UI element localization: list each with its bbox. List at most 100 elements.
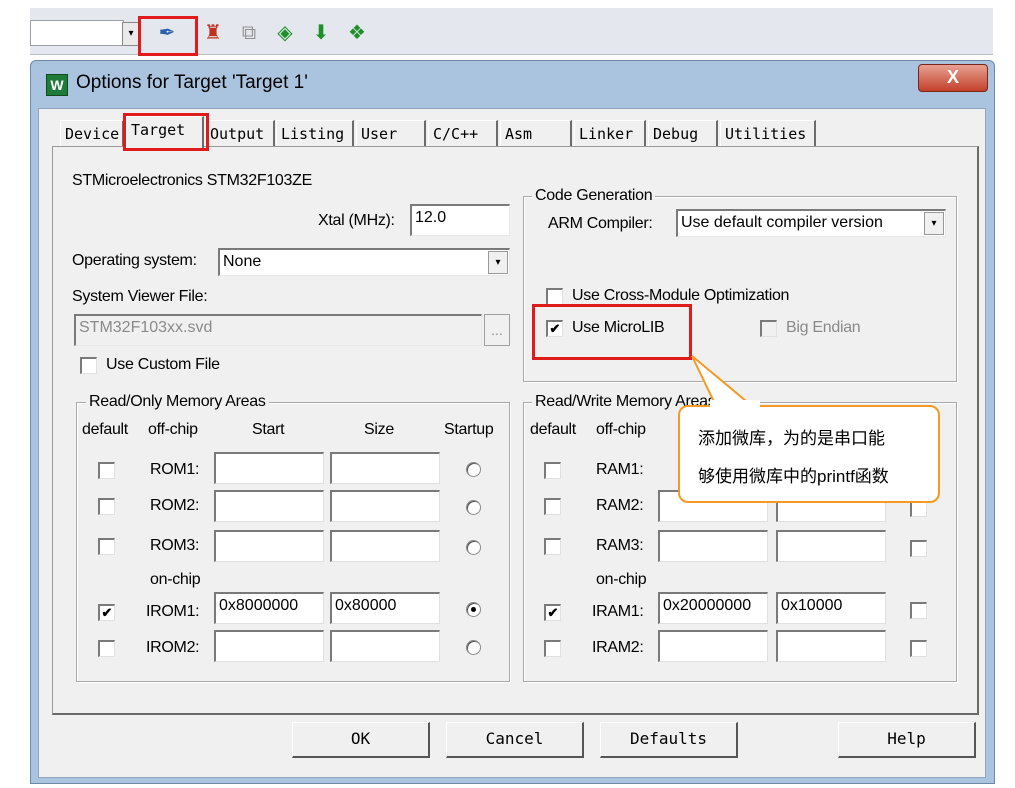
diamond-icon[interactable]: ◈ [272, 20, 298, 46]
iram1-start-input[interactable]: 0x20000000 [658, 592, 768, 624]
iram2-size-input[interactable] [776, 630, 886, 662]
iram1-size-input[interactable]: 0x10000 [776, 592, 886, 624]
callout-text-line1: 添加微库，为的是串口能 [698, 429, 885, 448]
callout-bubble [678, 405, 940, 503]
use-custom-file-checkbox[interactable] [80, 357, 97, 374]
arm-compiler-value: Use default compiler version [681, 214, 883, 231]
rom3-start-input[interactable] [214, 530, 324, 562]
rom1-size-input[interactable] [330, 452, 440, 484]
irom2-start-input[interactable] [214, 630, 324, 662]
rom2-start-input[interactable] [214, 490, 324, 522]
rw-header-default: default [530, 421, 576, 438]
os-label: Operating system: [72, 252, 197, 269]
gear-cube-icon[interactable]: ❖ [344, 20, 370, 46]
iram2-start-input[interactable] [658, 630, 768, 662]
irom2-startup-radio[interactable] [466, 640, 481, 655]
ram3-noinit-checkbox[interactable] [910, 540, 927, 557]
device-name: STMicroelectronics STM32F103ZE [72, 172, 312, 189]
app-icon: W [46, 74, 68, 96]
svd-label: System Viewer File: [72, 288, 208, 305]
tab-linker[interactable]: Linker [574, 120, 646, 146]
xtal-label: Xtal (MHz): [318, 212, 395, 229]
irom1-start-input[interactable]: 0x8000000 [214, 592, 324, 624]
tab-cpp[interactable]: C/C++ [428, 120, 498, 146]
iram2-noinit-checkbox[interactable] [910, 640, 927, 657]
xtal-input[interactable]: 12.0 [410, 204, 510, 236]
rom1-default-checkbox[interactable] [98, 462, 115, 479]
ram3-start-input[interactable] [658, 530, 768, 562]
irom2-default-checkbox[interactable] [98, 640, 115, 657]
irom1-default-checkbox[interactable]: ✔ [98, 604, 115, 621]
big-endian-label: Big Endian [786, 319, 861, 336]
tab-debug[interactable]: Debug [648, 120, 718, 146]
rom2-startup-radio[interactable] [466, 500, 481, 515]
rom2-label: ROM2: [150, 497, 200, 514]
ok-button[interactable]: OK [292, 722, 430, 758]
chevron-down-icon[interactable]: ▾ [924, 212, 944, 235]
ro-memory-legend: Read/Only Memory Areas [86, 393, 269, 411]
ram3-default-checkbox[interactable] [544, 538, 561, 555]
tab-device[interactable]: Device [60, 120, 124, 146]
os-value: None [223, 253, 262, 270]
svd-file-input: STM32F103xx.svd [74, 314, 482, 346]
big-endian-checkbox [760, 320, 777, 337]
tab-utilities[interactable]: Utilities [720, 120, 816, 146]
tab-user[interactable]: User [356, 120, 426, 146]
iram1-noinit-checkbox[interactable] [910, 602, 927, 619]
iram1-default-checkbox[interactable]: ✔ [544, 604, 561, 621]
ram2-label: RAM2: [596, 497, 644, 514]
rom2-default-checkbox[interactable] [98, 498, 115, 515]
tab-listing[interactable]: Listing [276, 120, 354, 146]
cross-module-checkbox[interactable] [546, 288, 563, 305]
ram1-default-checkbox[interactable] [544, 462, 561, 479]
rw-header-offchip: off-chip [596, 421, 646, 438]
arm-compiler-select[interactable]: Use default compiler version ▾ [676, 209, 946, 237]
use-custom-file-label: Use Custom File [106, 356, 220, 373]
cancel-button[interactable]: Cancel [446, 722, 584, 758]
load-icon[interactable]: ♜ [200, 20, 226, 46]
tab-asm[interactable]: Asm [500, 120, 572, 146]
highlight-microlib-box [532, 304, 692, 360]
toolbar-target-field[interactable] [30, 20, 124, 46]
dialog-title: Options for Target 'Target 1' [76, 72, 308, 93]
rom1-label: ROM1: [150, 461, 200, 478]
irom1-startup-radio[interactable] [466, 602, 481, 617]
callout-joint [710, 400, 760, 408]
irom1-label: IROM1: [146, 603, 200, 620]
code-generation-legend: Code Generation [532, 187, 656, 205]
svd-browse-button: ... [484, 314, 510, 346]
chevron-down-icon[interactable]: ▾ [488, 251, 508, 274]
rom1-startup-radio[interactable] [466, 462, 481, 477]
copy-icon[interactable]: ⧉ [236, 20, 262, 46]
ro-header-start: Start [252, 421, 285, 438]
rom1-start-input[interactable] [214, 452, 324, 484]
irom1-size-input[interactable]: 0x80000 [330, 592, 440, 624]
irom2-size-input[interactable] [330, 630, 440, 662]
help-button[interactable]: Help [838, 722, 976, 758]
ro-header-offchip: off-chip [148, 421, 198, 438]
rom3-default-checkbox[interactable] [98, 538, 115, 555]
iram2-label: IRAM2: [592, 639, 644, 656]
ram3-size-input[interactable] [776, 530, 886, 562]
irom2-label: IROM2: [146, 639, 200, 656]
ram1-label: RAM1: [596, 461, 644, 478]
iram2-default-checkbox[interactable] [544, 640, 561, 657]
rom3-size-input[interactable] [330, 530, 440, 562]
rom3-label: ROM3: [150, 537, 200, 554]
highlight-wand-box [138, 16, 198, 56]
highlight-target-tab-box [123, 113, 209, 151]
ro-header-default: default [82, 421, 128, 438]
ro-onchip-label: on-chip [150, 571, 201, 588]
close-button[interactable]: X [918, 64, 988, 92]
ro-header-startup: Startup [444, 421, 494, 438]
rom3-startup-radio[interactable] [466, 540, 481, 555]
tab-output[interactable]: Output [205, 120, 275, 146]
os-select[interactable]: None ▾ [218, 248, 510, 276]
rw-onchip-label: on-chip [596, 571, 647, 588]
arm-compiler-label: ARM Compiler: [548, 215, 653, 232]
iram1-label: IRAM1: [592, 603, 644, 620]
rom2-size-input[interactable] [330, 490, 440, 522]
ram2-default-checkbox[interactable] [544, 498, 561, 515]
download-icon[interactable]: ⬇ [308, 20, 334, 46]
defaults-button[interactable]: Defaults [600, 722, 738, 758]
